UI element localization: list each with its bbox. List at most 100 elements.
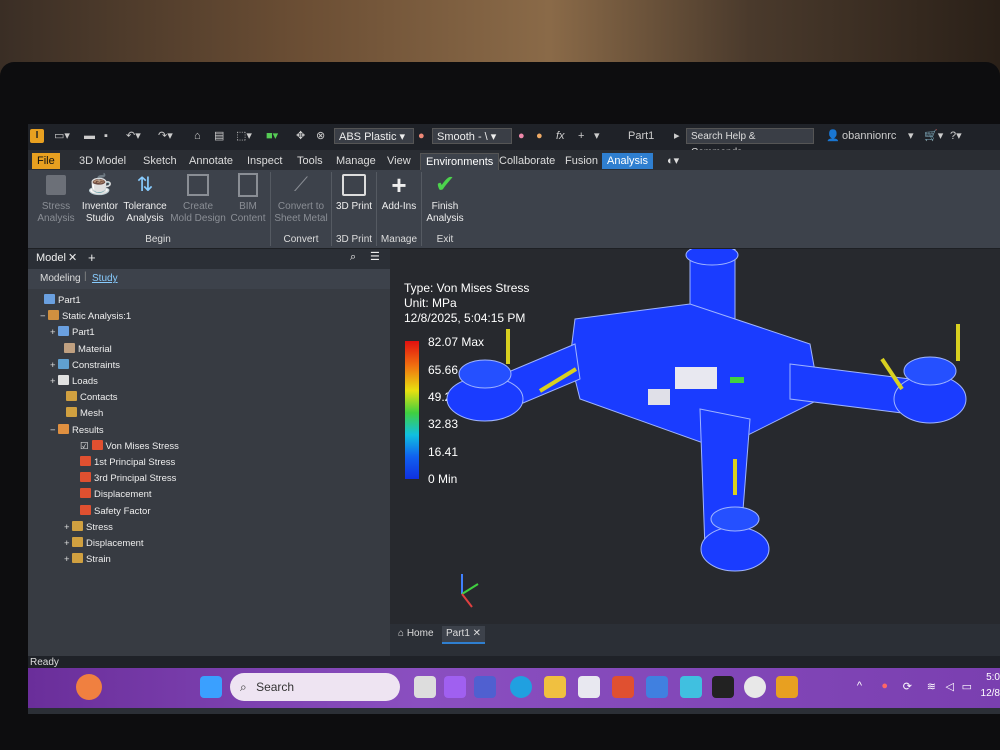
tree-item[interactable]: + Stress — [64, 520, 113, 534]
store-icon[interactable] — [578, 676, 600, 698]
clock-date[interactable]: 12/8 — [981, 688, 1000, 699]
tree-item[interactable]: + Displacement — [64, 537, 144, 550]
add-icon[interactable]: + — [578, 129, 584, 144]
help-icon[interactable]: ?▾ — [950, 129, 962, 144]
battery-icon[interactable]: ▭ — [962, 680, 972, 693]
inventor-studio-button[interactable]: ☕ Inventor Studio — [78, 172, 122, 225]
chatgpt-icon[interactable] — [744, 676, 766, 698]
tab-analysis[interactable]: Analysis — [602, 153, 653, 169]
expand-icon[interactable]: + — [64, 521, 72, 534]
convert-sheet-metal-button[interactable]: ⟋ Convert to Sheet Metal — [272, 172, 330, 225]
tree-item[interactable]: Mesh — [58, 407, 103, 420]
appearance-icon[interactable]: ● — [418, 129, 425, 144]
home-icon[interactable]: ⌂ — [194, 129, 201, 144]
tab-environments[interactable]: Environments — [420, 153, 500, 170]
volume-icon[interactable]: ◁ — [946, 680, 954, 693]
tree-item[interactable]: + Constraints — [50, 358, 120, 372]
tree-item[interactable]: ☑ Von Mises Stress — [72, 439, 179, 453]
edge-icon[interactable] — [510, 676, 532, 698]
tab-fusion[interactable]: Fusion — [560, 153, 603, 169]
undo-icon[interactable]: ↶▾ — [126, 129, 141, 144]
tree-item[interactable]: + Loads — [50, 375, 98, 388]
mail-icon[interactable] — [646, 676, 668, 698]
tree-item[interactable]: 1st Principal Stress — [72, 456, 175, 469]
teams-icon[interactable] — [474, 676, 496, 698]
file-explorer-icon[interactable] — [544, 676, 566, 698]
inventor-logo-icon[interactable]: I — [30, 129, 44, 143]
close-circle-icon[interactable]: ⊗ — [316, 129, 325, 144]
expand-icon[interactable]: + — [64, 537, 72, 550]
tab-home[interactable]: ⌂ Home — [394, 626, 438, 642]
autodesk-icon[interactable] — [712, 676, 734, 698]
subtab-study[interactable]: Study — [92, 273, 118, 284]
new-file-icon[interactable]: ▭▾ — [54, 129, 70, 144]
widgets-icon[interactable] — [76, 674, 102, 700]
create-mold-design-button[interactable]: Create Mold Design — [168, 172, 228, 225]
stress-analysis-button[interactable]: Stress Analysis — [34, 172, 78, 225]
tab-manage[interactable]: Manage — [331, 153, 381, 169]
search-icon[interactable]: ⌕ — [350, 251, 356, 264]
tree-item[interactable]: 3rd Principal Stress — [72, 472, 176, 485]
search-help-input[interactable]: Search Help & Commands... — [686, 128, 814, 158]
customize-icon[interactable]: ▾ — [594, 129, 600, 144]
add-ins-button[interactable]: + Add-Ins — [378, 172, 420, 213]
graphics-viewport[interactable]: Type: Von Mises Stress Unit: MPa 12/8/20… — [390, 249, 1000, 624]
material-dropdown[interactable]: ABS Plastic ▾ — [334, 128, 414, 144]
tab-annotate[interactable]: Annotate — [184, 153, 238, 169]
pan-icon[interactable]: ✥ — [296, 129, 305, 144]
update-icon[interactable]: ■▾ — [266, 129, 278, 144]
close-icon[interactable]: ✕ — [68, 251, 77, 264]
open-folder-icon[interactable]: ▬ — [84, 129, 95, 144]
menu-icon[interactable]: ☰ — [370, 250, 380, 263]
user-dropdown-icon[interactable]: ▾ — [908, 129, 914, 144]
wifi-icon[interactable]: ≋ — [927, 680, 936, 693]
fx-parameters-icon[interactable]: fx — [556, 129, 565, 144]
tab-sketch[interactable]: Sketch — [138, 153, 182, 169]
tab-tools[interactable]: Tools — [292, 153, 328, 169]
tab-view[interactable]: View — [382, 153, 416, 169]
tree-item[interactable]: − Results — [50, 423, 104, 437]
select-icon[interactable]: ⬚▾ — [236, 129, 252, 144]
user-icon[interactable]: 👤 — [826, 129, 840, 144]
collapse-icon[interactable]: − — [50, 424, 58, 437]
tolerance-analysis-button[interactable]: ⇅ Tolerance Analysis — [122, 172, 168, 225]
tab-file[interactable]: File — [32, 153, 60, 169]
tree-item[interactable]: Material — [56, 342, 112, 356]
task-view-icon[interactable] — [414, 676, 436, 698]
tab-part1[interactable]: Part1 ✕ — [442, 626, 486, 644]
tab-inspect[interactable]: Inspect — [242, 153, 287, 169]
finish-analysis-button[interactable]: ✔ Finish Analysis — [423, 172, 467, 225]
start-icon[interactable] — [200, 676, 222, 698]
save-icon[interactable]: ▪ — [104, 129, 108, 144]
tree-item[interactable]: Part1 — [36, 294, 81, 307]
user-name[interactable]: obannionrc — [842, 129, 896, 144]
expand-icon[interactable]: + — [64, 553, 72, 566]
expand-icon[interactable]: + — [50, 359, 58, 372]
tree-item[interactable]: Safety Factor — [72, 504, 151, 518]
tree-item[interactable]: − Static Analysis:1 — [40, 310, 131, 323]
tab-3d-model[interactable]: 3D Model — [74, 153, 131, 169]
tree-item[interactable]: + Strain — [64, 553, 111, 566]
cart-icon[interactable]: 🛒▾ — [924, 129, 943, 144]
expand-icon[interactable]: + — [50, 326, 58, 339]
bim-content-button[interactable]: BIM Content — [228, 172, 268, 225]
clock-time[interactable]: 5:0 — [986, 672, 1000, 683]
tree-item[interactable]: + Part1 — [50, 326, 95, 339]
taskbar-search[interactable]: ⌕ Search — [230, 673, 400, 701]
inventor-taskbar-icon[interactable] — [776, 676, 798, 698]
chevron-up-icon[interactable]: ^ — [857, 680, 862, 692]
subtab-modeling[interactable]: Modeling — [40, 273, 81, 284]
collapse-icon[interactable]: − — [40, 310, 48, 323]
tree-item[interactable]: Displacement — [72, 488, 152, 501]
expand-icon[interactable]: + — [50, 375, 58, 388]
redo-icon[interactable]: ↷▾ — [158, 129, 173, 144]
tree-item[interactable]: Contacts — [58, 391, 118, 404]
project-icon[interactable]: ▤ — [214, 129, 224, 144]
adjust-icon[interactable]: ● — [536, 129, 543, 144]
clear-appearance-icon[interactable]: ● — [518, 129, 525, 144]
sync-icon[interactable]: ⟳ — [903, 680, 912, 693]
3d-print-button[interactable]: 3D Print — [333, 172, 375, 213]
tab-collaborate[interactable]: Collaborate — [494, 153, 560, 169]
checkbox-icon[interactable]: ☑ — [80, 441, 89, 452]
add-tab-icon[interactable]: + — [88, 250, 96, 265]
